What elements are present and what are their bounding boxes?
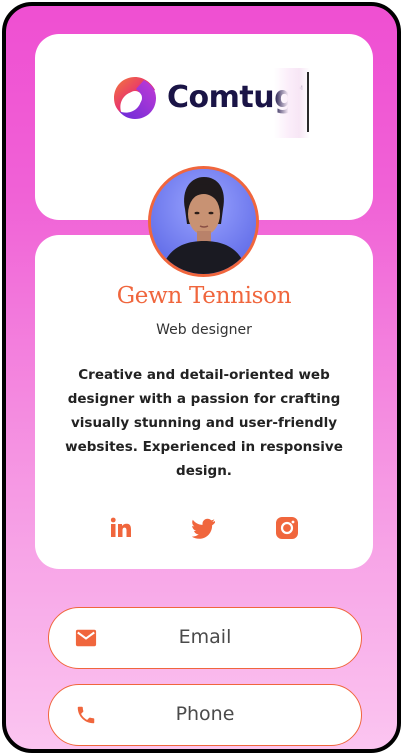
instagram-link[interactable] <box>275 516 299 540</box>
linkedin-icon <box>110 517 131 537</box>
phone-label: Phone <box>175 703 235 725</box>
profile-bio: Creative and detail-oriented web designe… <box>65 367 343 479</box>
phone-button[interactable]: Phone <box>48 684 362 746</box>
email-button[interactable]: Email <box>48 607 362 669</box>
linkedin-link[interactable] <box>109 516 133 540</box>
profile-role: Web designer <box>156 322 252 338</box>
profile-avatar <box>148 166 259 277</box>
email-label: Email <box>178 626 232 648</box>
brand-logo[interactable]: Comtug TM <box>111 68 311 138</box>
avatar-photo <box>151 169 256 274</box>
instagram-icon <box>276 517 298 539</box>
logo-divider <box>307 72 309 132</box>
profile-name: Gewn Tennison <box>116 283 292 309</box>
profile-card: Gewn Tennison Web designer Creative and … <box>35 235 373 569</box>
logo-glare <box>274 68 310 138</box>
social-links <box>35 516 373 540</box>
comtug-logo-icon <box>114 77 156 119</box>
twitter-link[interactable] <box>192 516 216 540</box>
twitter-icon <box>192 518 215 539</box>
phone-frame: Comtug TM Gewn Tennison Web designer Cre… <box>2 2 401 753</box>
